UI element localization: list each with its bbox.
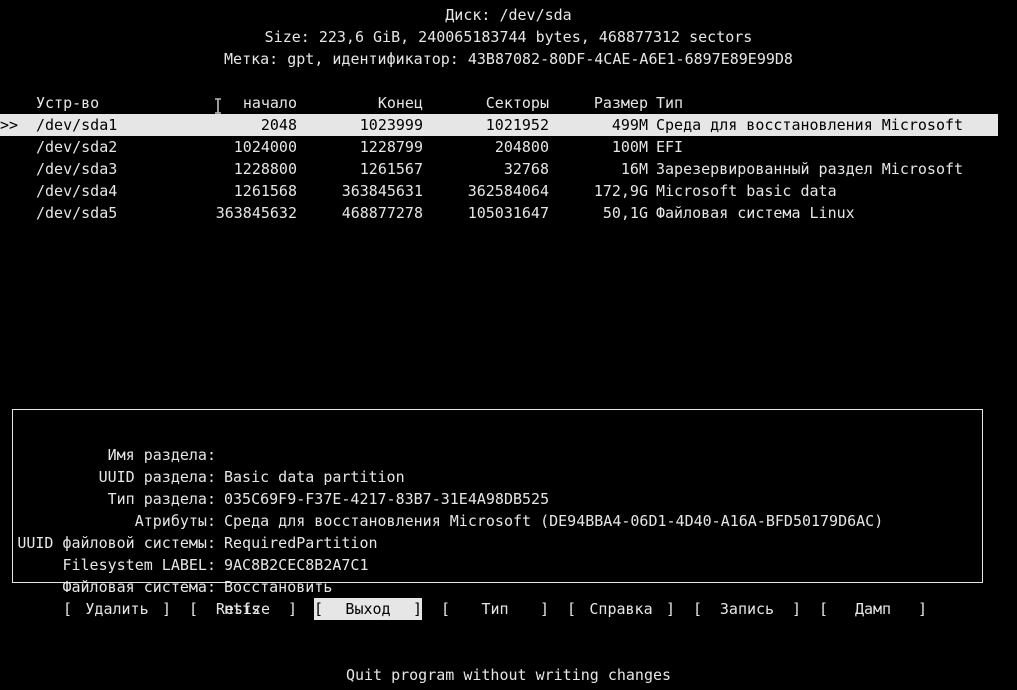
info-row-fs-uuid: UUID файловой системы: 9AC8B2CEC8B2A7C1 xyxy=(13,510,368,574)
delete-button[interactable]: [ Удалить ] xyxy=(63,598,171,620)
info-row-attributes: Атрибуты: RequiredPartition xyxy=(13,488,378,552)
info-value: Basic data partition xyxy=(224,468,405,486)
row-size: 172,9G xyxy=(593,182,648,200)
table-row[interactable]: >> /dev/sda1 2048 1023999 1021952 499M С… xyxy=(0,114,998,136)
row-end: 1228799 xyxy=(359,138,423,156)
row-device: /dev/sda4 xyxy=(36,182,118,200)
column-size: Размер xyxy=(593,94,648,112)
row-sectors: 362584064 xyxy=(467,182,549,200)
help-button-label: Справка xyxy=(589,600,653,618)
delete-button-label: Удалить xyxy=(85,600,149,618)
info-value: 035C69F9-F37E-4217-83B7-31E4A98DB525 xyxy=(224,490,550,508)
type-button-label: Тип xyxy=(481,600,509,618)
table-row[interactable]: /dev/sda4 1261568 363845631 362584064 17… xyxy=(0,180,998,202)
row-start: 363845632 xyxy=(215,204,297,222)
row-type: Microsoft basic data xyxy=(656,182,837,200)
row-type: EFI xyxy=(656,138,684,156)
info-label: Файловая система: xyxy=(62,578,216,596)
info-value: Среда для восстановления Microsoft (DE94… xyxy=(224,512,884,530)
help-button[interactable]: [ Справка ] xyxy=(567,598,675,620)
row-device: /dev/sda1 xyxy=(36,116,118,134)
row-start: 1261568 xyxy=(233,182,297,200)
row-start: 1228800 xyxy=(233,160,297,178)
column-device: Устр-во xyxy=(36,94,100,112)
row-start: 1024000 xyxy=(233,138,297,156)
table-row[interactable]: /dev/sda3 1228800 1261567 32768 16M Заре… xyxy=(0,158,998,180)
info-row-fs-label: Filesystem LABEL: Восстановить xyxy=(13,532,332,596)
info-row-type: Тип раздела: Среда для восстановления Mi… xyxy=(13,466,884,530)
row-type: Файловая система Linux xyxy=(656,204,855,222)
quit-button-label: Выход xyxy=(345,600,391,618)
column-type: Тип xyxy=(656,94,684,112)
type-button[interactable]: [ Тип ] xyxy=(441,598,549,620)
selected-row-marker: >> xyxy=(0,116,19,134)
info-row-uuid: UUID раздела: 035C69F9-F37E-4217-83B7-31… xyxy=(13,444,550,508)
row-end: 1261567 xyxy=(359,160,423,178)
info-value: 9AC8B2CEC8B2A7C1 xyxy=(224,556,369,574)
row-device: /dev/sda2 xyxy=(36,138,118,156)
row-end: 468877278 xyxy=(341,204,423,222)
table-row[interactable]: /dev/sda2 1024000 1228799 204800 100M EF… xyxy=(0,136,998,158)
row-end: 1023999 xyxy=(359,116,423,134)
row-size: 499M xyxy=(611,116,648,134)
dump-button-label: Дамп xyxy=(854,600,892,618)
disk-size-info: Size: 223,6 GiB, 240065183744 bytes, 468… xyxy=(264,28,753,46)
row-end: 363845631 xyxy=(341,182,423,200)
column-sectors: Секторы xyxy=(485,94,549,112)
row-type: Среда для восстановления Microsoft xyxy=(656,116,964,134)
resize-button-label: Resize xyxy=(215,600,271,618)
row-device: /dev/sda5 xyxy=(36,204,118,222)
table-header: Устр-во начало Конец Секторы Размер Тип xyxy=(0,92,998,114)
row-type: Зарезервированный раздел Microsoft xyxy=(656,160,964,178)
quit-button[interactable]: [ Выход ] xyxy=(314,598,422,620)
info-value: RequiredPartition xyxy=(224,534,378,552)
row-device: /dev/sda3 xyxy=(36,160,118,178)
row-sectors: 204800 xyxy=(494,138,549,156)
row-sectors: 32768 xyxy=(503,160,549,178)
disk-label-info: Метка: gpt, идентификатор: 43B87082-80DF… xyxy=(224,50,793,68)
partition-info-panel: Имя раздела: Basic data partition UUID р… xyxy=(12,409,983,618)
info-row-fs-type: Файловая система: ntfs xyxy=(13,554,260,618)
info-value: Восстановить xyxy=(224,578,333,596)
text-cursor-icon xyxy=(215,98,221,114)
dump-button[interactable]: [ Дамп ] xyxy=(819,598,927,620)
row-start: 2048 xyxy=(260,116,297,134)
write-button-label: Запись xyxy=(719,600,775,618)
column-end: Конец xyxy=(377,94,423,112)
row-sectors: 1021952 xyxy=(485,116,549,134)
disk-title: Диск: /dev/sda xyxy=(445,6,572,24)
row-sectors: 105031647 xyxy=(467,204,549,222)
table-row[interactable]: /dev/sda5 363845632 468877278 105031647 … xyxy=(0,202,998,224)
write-button[interactable]: [ Запись ] xyxy=(693,598,801,620)
row-size: 100M xyxy=(611,138,648,156)
resize-button[interactable]: [ Resize ] xyxy=(189,598,297,620)
status-hint: Quit program without writing changes xyxy=(345,666,672,684)
info-row-name: Имя раздела: Basic data partition xyxy=(13,422,405,486)
row-size: 50,1G xyxy=(602,204,648,222)
row-size: 16M xyxy=(620,160,648,178)
